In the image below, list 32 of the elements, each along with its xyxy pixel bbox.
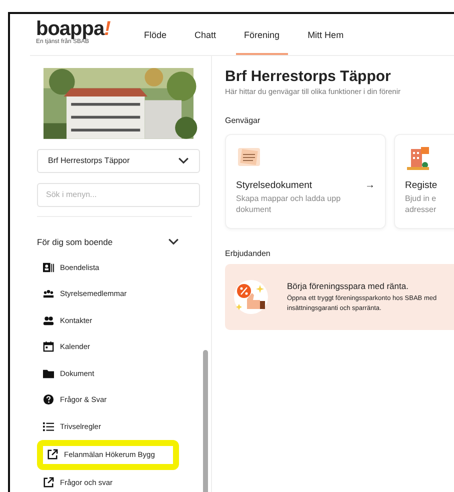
section-heading: Erbjudanden (225, 249, 272, 258)
nav-tab[interactable]: Flöde (136, 30, 175, 55)
nav-tab[interactable]: Chatt (186, 30, 224, 55)
shortcut-card[interactable]: Registe Bjud in e adresser (394, 134, 454, 229)
offer-title: Börja föreningsspara med ränta. (287, 280, 410, 290)
nav-tab[interactable]: Mitt Hem (300, 30, 352, 55)
group-icon (43, 288, 54, 300)
card-title: Styrelsedokument (236, 180, 312, 191)
external-link-icon (47, 449, 58, 460)
card-description: Bjud in e adresser (405, 193, 438, 215)
shortcut-card[interactable]: Styrelsedokument → Skapa mappar och ladda upp dokument (225, 134, 386, 229)
percent-thumbs-up-illustration (233, 279, 269, 315)
list-icon (43, 420, 54, 432)
card-title: Registe (405, 180, 438, 191)
folder-icon (43, 368, 54, 379)
section-header[interactable]: För dig som boende (33, 236, 183, 247)
help-icon (43, 394, 54, 406)
external-link-icon (43, 477, 54, 488)
nav-tab[interactable]: Förening (236, 30, 288, 55)
people-icon (43, 314, 54, 326)
association-select[interactable]: Brf Herrestorps Täppor (37, 148, 200, 173)
contact-list-icon (43, 262, 54, 273)
logo[interactable]: boappa! (36, 19, 136, 39)
search-field[interactable]: Sök i menyn... (37, 182, 200, 207)
calendar-icon (43, 341, 54, 352)
chevron-down-icon (178, 155, 189, 166)
section-heading: Genvägar (225, 116, 262, 125)
page-title: Brf Herrestorps Täppor (225, 68, 392, 85)
card-description: Skapa mappar och ladda upp dokument (236, 193, 342, 215)
scrollbar-thumb[interactable] (203, 350, 208, 492)
arrow-icon: → (365, 180, 375, 191)
building-illustration (405, 145, 431, 171)
